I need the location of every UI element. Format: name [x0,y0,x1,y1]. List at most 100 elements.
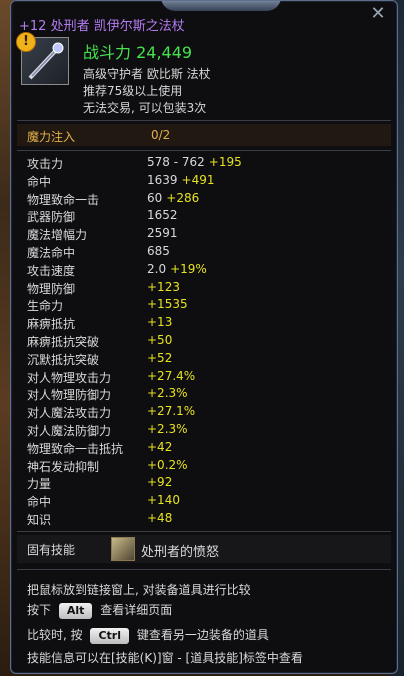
alt-key: Alt [58,603,93,619]
stat-value: +48 [147,511,172,525]
stat-bonus-value: +42 [147,439,173,454]
combat-power-value: 24,449 [136,43,193,62]
stat-name: 攻击力 [27,157,64,171]
divider [17,531,391,532]
stat-base-value: 685 [147,243,170,258]
stat-name: 命中 [27,174,52,189]
stat-bonus-value: +0.2% [147,457,188,472]
stat-name: 神石发动抑制 [27,459,100,474]
item-tooltip: ✕ +12 处刑者 凯伊尔斯之法杖 ! 战斗力 24,449 高级守护者 欧比斯… [10,0,398,674]
stat-bonus-value: +27.1% [147,404,196,419]
stat-base-value: 2591 [147,226,178,241]
stat-base-value: 1652 [147,208,178,223]
stat-bonus-value: +2.3% [147,421,188,436]
ctrl-key: Ctrl [90,628,129,644]
stat-value: +1535 [147,297,188,311]
close-icon[interactable]: ✕ [369,5,387,23]
ctrl-hint-prefix: 比较时, 按 [27,628,83,642]
stat-bonus-value: +195 [208,155,242,169]
item-icon: ! [16,32,69,85]
stat-value: 2.0 +19% [147,262,207,276]
stat-name: 对人物理攻击力 [27,370,112,385]
stat-name: 麻痹抵抗 [27,317,76,332]
innate-skill-name: 处刑者的愤怒 [141,545,220,560]
mana-infusion-value: 0/2 [151,128,171,142]
stat-bonus-value: +123 [147,279,180,294]
combat-power: 战斗力 24,449 [83,39,192,63]
mana-infusion-row: 魔力注入 0/2 [17,124,391,146]
stat-value: +52 [147,351,172,365]
stat-value: +140 [147,493,180,507]
stat-value: 1639 +491 [147,173,215,187]
stat-value: 1652 [147,208,178,222]
ctrl-hint: 比较时, 按 Ctrl 键查看另一边装备的道具 [27,626,269,644]
stat-name: 生命力 [27,299,64,314]
stat-name: 物理致命一击 [27,192,100,207]
ctrl-hint-suffix: 键查看另一边装备的道具 [136,628,269,642]
skill-info-hint: 技能信息可以在[技能(K)]窗 - [道具技能]标签中查看 [27,651,303,665]
stat-name: 对人魔法防御力 [27,423,112,438]
stat-name: 知识 [27,512,52,527]
stat-base-value: 578 - 762 [147,155,205,169]
stat-name: 魔法增幅力 [27,228,88,243]
stat-base-value: 2.0 [147,261,167,276]
divider [17,120,391,121]
innate-skill-label: 固有技能 [27,543,76,557]
grade-line: 高级守护者 欧比斯 法杖 [83,67,211,81]
stat-base-value: 1639 [147,172,178,187]
stat-value: +50 [147,333,172,347]
stat-name: 攻击速度 [27,263,76,278]
alt-hint-prefix: 按下 [27,603,52,617]
alt-hint: 按下 Alt 查看详细页面 [27,601,172,619]
level-requirement: 推荐75级以上使用 [83,84,183,98]
stat-value: +27.1% [147,404,195,418]
stat-name: 对人魔法攻击力 [27,406,112,421]
stat-value: +42 [147,440,172,454]
stat-bonus-value: +48 [147,510,173,525]
stat-value: +13 [147,315,172,329]
divider [17,150,391,151]
alt-hint-suffix: 查看详细页面 [100,603,173,617]
stat-name: 命中 [27,495,52,510]
trade-restriction: 无法交易, 可以包装3次 [83,101,207,115]
stat-name: 力量 [27,477,52,492]
stat-name: 物理防御 [27,281,76,296]
stat-bonus-value: +286 [166,190,200,205]
mana-infusion-label: 魔力注入 [27,130,76,144]
stat-value: +0.2% [147,458,188,472]
stat-name: 麻痹抵抗突破 [27,334,100,349]
warning-icon: ! [16,32,36,52]
stat-value: 2591 [147,226,178,240]
combat-power-label: 战斗力 [83,43,132,62]
stat-bonus-value: +52 [147,350,173,365]
stat-bonus-value: +13 [147,315,173,330]
stat-value: 60 +286 [147,191,199,205]
stat-bonus-value: +2.3% [147,386,188,401]
stat-value: +2.3% [147,386,188,400]
stat-name: 武器防御 [27,210,76,225]
stat-bonus-value: +27.4% [147,368,196,383]
item-name: +12 处刑者 凯伊尔斯之法杖 [19,19,185,34]
compare-hint: 把鼠标放到链接窗上, 对装备道具进行比较 [27,583,251,597]
stat-value: 685 [147,244,170,258]
innate-skill-row: 固有技能 处刑者的愤怒 [17,535,391,563]
stat-bonus-value: +140 [147,493,180,508]
stat-bonus-value: +1535 [147,297,188,312]
stat-name: 对人物理防御力 [27,388,112,403]
stat-value: +123 [147,280,180,294]
frame-ornament [161,1,281,11]
stat-value: +27.4% [147,369,195,383]
skill-icon [111,537,135,561]
stat-bonus-value: +92 [147,475,173,490]
stat-value: +92 [147,475,172,489]
stat-bonus-value: +19% [170,261,207,276]
stat-name: 沉默抵抗突破 [27,352,100,367]
stat-name: 物理致命一击抵抗 [27,441,124,456]
stat-base-value: 60 [147,190,163,205]
stat-bonus-value: +50 [147,332,173,347]
stat-value: +2.3% [147,422,188,436]
divider [17,569,391,570]
stat-name: 魔法命中 [27,245,76,260]
stat-value: 578 - 762 +195 [147,155,242,169]
stat-bonus-value: +491 [181,172,215,187]
